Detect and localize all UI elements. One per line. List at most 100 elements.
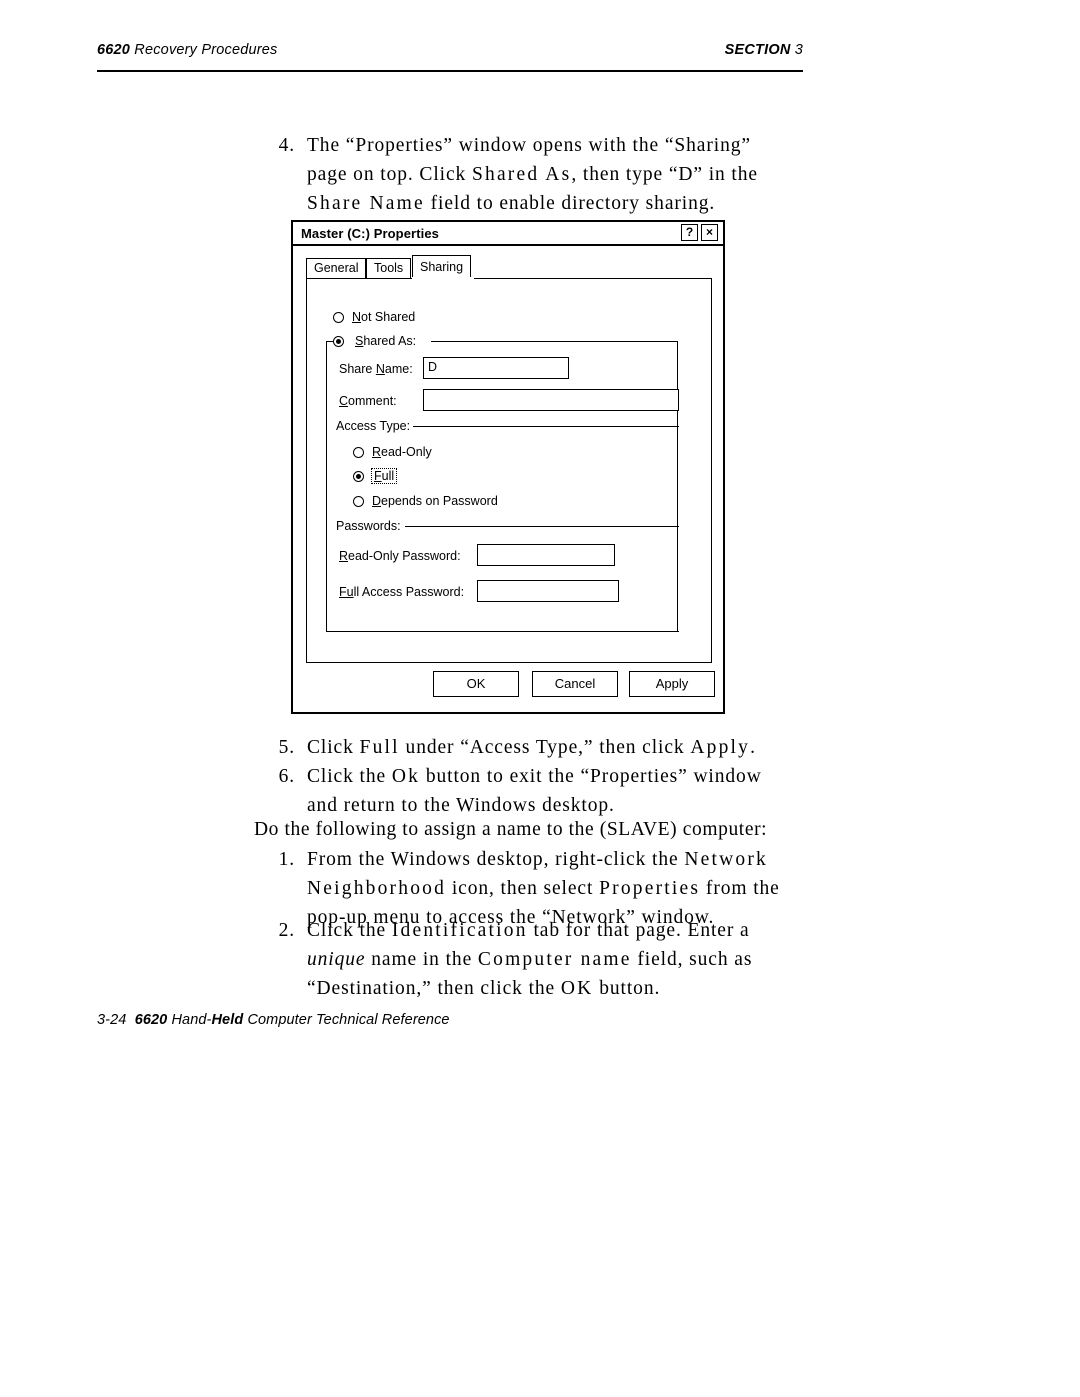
step-4-line-1: The “Properties” window opens with the “… [307, 135, 751, 156]
step-5-full: Full [359, 737, 400, 758]
slave-step-2: 2. Click the Identification tab for that… [263, 916, 843, 1003]
header-left-bold: 6620 [97, 42, 131, 58]
label-full-access-password: Full Access Password: [339, 585, 464, 599]
step-5-apply: Apply [690, 737, 751, 758]
slave-step-2-line-1c: tab for that page. Enter a [527, 920, 750, 941]
tab-general[interactable]: General [306, 258, 367, 279]
step-4-line-3b: field to enable directory sharing. [424, 193, 716, 214]
step-5-a: Click [307, 737, 360, 758]
step-6-text: Click the Ok button to exit the “Propert… [307, 762, 833, 820]
slave-step-2-line-3c: button. [593, 978, 661, 999]
share-name-input[interactable]: D [423, 357, 569, 379]
label-full: Full [371, 468, 398, 484]
slave-step-2-line-2d: field, such as [631, 949, 753, 970]
label-access-type: Access Type: [333, 419, 414, 433]
help-icon[interactable]: ? [681, 224, 698, 241]
label-not-shared-rest: ot Shared [361, 310, 416, 324]
slave-step-1-line-2d: from the [700, 878, 780, 899]
radio-not-shared[interactable] [333, 312, 344, 323]
slave-step-1-neighborhood: Neighborhood [307, 878, 447, 899]
step-6-line-2: and return to the Windows desktop. [307, 795, 615, 816]
footer-title-rest-1: Hand- [167, 1012, 212, 1028]
step-4-shared-as: Shared As [471, 164, 572, 185]
step-6-line-1c: button to exit the “Properties” window [420, 766, 762, 787]
apply-button[interactable]: Apply [629, 671, 715, 697]
radio-shared-as[interactable] [333, 336, 344, 347]
header-left-text: 6620 Recovery Procedures [97, 42, 278, 58]
slave-step-2-line-1a: Click the [307, 920, 392, 941]
label-read-only: Read-Only [372, 445, 432, 459]
label-comment-accel: C [339, 394, 349, 408]
slave-step-1-network: Network [684, 849, 768, 870]
label-share-name: Share Name: [339, 362, 413, 376]
dialog-titlebar[interactable]: Master (C:) Properties ? × [293, 222, 723, 246]
radio-full[interactable] [353, 471, 364, 482]
access-type-group-top [413, 426, 679, 428]
header-right-text: SECTION 3 [725, 42, 803, 58]
slave-intro-paragraph: Do the following to assign a name to the… [254, 819, 768, 840]
label-read-only-accel: R [372, 445, 382, 459]
slave-step-2-text: Click the Identification tab for that pa… [307, 916, 843, 1003]
step-4-share-name: Share Name [307, 193, 425, 214]
step-6-ok: Ok [391, 766, 421, 787]
label-not-shared: Not Shared [352, 310, 415, 324]
slave-step-1-line-1a: From the Windows desktop, right-click th… [307, 849, 685, 870]
dialog-title: Master (C:) Properties [301, 226, 440, 241]
header-left-rest: Recovery Procedures [130, 42, 278, 58]
step-5-number: 5. [278, 737, 295, 758]
slave-step-2-line-3a: “Destination,” then click the [307, 978, 561, 999]
label-read-only-password-accel: R [339, 549, 349, 563]
footer-title-bold-2: Held [211, 1012, 244, 1028]
label-shared-as: Shared As: [352, 334, 420, 348]
label-read-only-rest: ead-Only [381, 445, 432, 459]
read-only-password-input[interactable] [477, 544, 615, 566]
header-divider-rule [97, 70, 803, 72]
step-6: 6. Click the Ok button to exit the “Prop… [263, 762, 833, 820]
slave-step-2-unique: unique [307, 949, 366, 970]
step-4-line-2a: page on top. Click [307, 164, 472, 185]
shared-as-group-bottom [326, 631, 679, 633]
label-full-access-password-accel: Fu [339, 585, 354, 599]
radio-read-only[interactable] [353, 447, 364, 458]
step-5: 5. Click Full under “Access Type,” then … [263, 733, 823, 762]
slave-step-2-ok: OK [560, 978, 594, 999]
slave-step-2-identification: Identification [391, 920, 528, 941]
header-section-number: 3 [794, 42, 803, 58]
label-share-name-accel: N [375, 362, 385, 376]
comment-input[interactable] [423, 389, 679, 411]
label-depends-accel: D [372, 494, 382, 508]
shared-as-group-right [677, 341, 679, 631]
step-4-line-2c: , then type “D” in the [571, 164, 758, 185]
footer-title-rest-2: Computer Technical Reference [243, 1012, 450, 1028]
page-header: 6620 Recovery Procedures SECTION 3 [97, 42, 803, 70]
label-read-only-password-rest: ead-Only Password: [348, 549, 461, 563]
label-comment: Comment: [339, 394, 397, 408]
slave-step-2-line-2b: name in the [365, 949, 478, 970]
step-5-e: . [750, 737, 756, 758]
cancel-button[interactable]: Cancel [532, 671, 618, 697]
label-passwords: Passwords: [333, 519, 404, 533]
ok-button[interactable]: OK [433, 671, 519, 697]
label-full-rest: ull [381, 469, 395, 483]
shared-as-group-top-right [431, 341, 677, 343]
label-shared-as-rest: hared As: [363, 334, 417, 348]
slave-step-1-line-2b: icon, then select [446, 878, 600, 899]
label-share-name-c: ame: [384, 362, 413, 376]
footer-page-number: 3-24 [97, 1012, 127, 1028]
label-full-accel: F [374, 469, 382, 483]
page-footer: 3-24 6620 Hand-Held Computer Technical R… [97, 1012, 450, 1028]
step-5-c: under “Access Type,” then click [399, 737, 691, 758]
tab-tools[interactable]: Tools [366, 258, 412, 279]
master-c-properties-dialog[interactable]: Master (C:) Properties ? × General Tools… [291, 220, 725, 714]
passwords-group-top [405, 526, 679, 528]
footer-title-bold-1: 6620 [134, 1012, 168, 1028]
radio-depends-on-password[interactable] [353, 496, 364, 507]
label-full-access-password-rest: ll Access Password: [353, 585, 465, 599]
close-icon[interactable]: × [701, 224, 718, 241]
slave-step-2-number: 2. [278, 920, 295, 941]
step-4: 4. The “Properties” window opens with th… [263, 131, 823, 218]
slave-step-1-number: 1. [278, 849, 295, 870]
step-4-number: 4. [278, 135, 295, 156]
full-access-password-input[interactable] [477, 580, 619, 602]
label-depends-rest: epends on Password [381, 494, 498, 508]
